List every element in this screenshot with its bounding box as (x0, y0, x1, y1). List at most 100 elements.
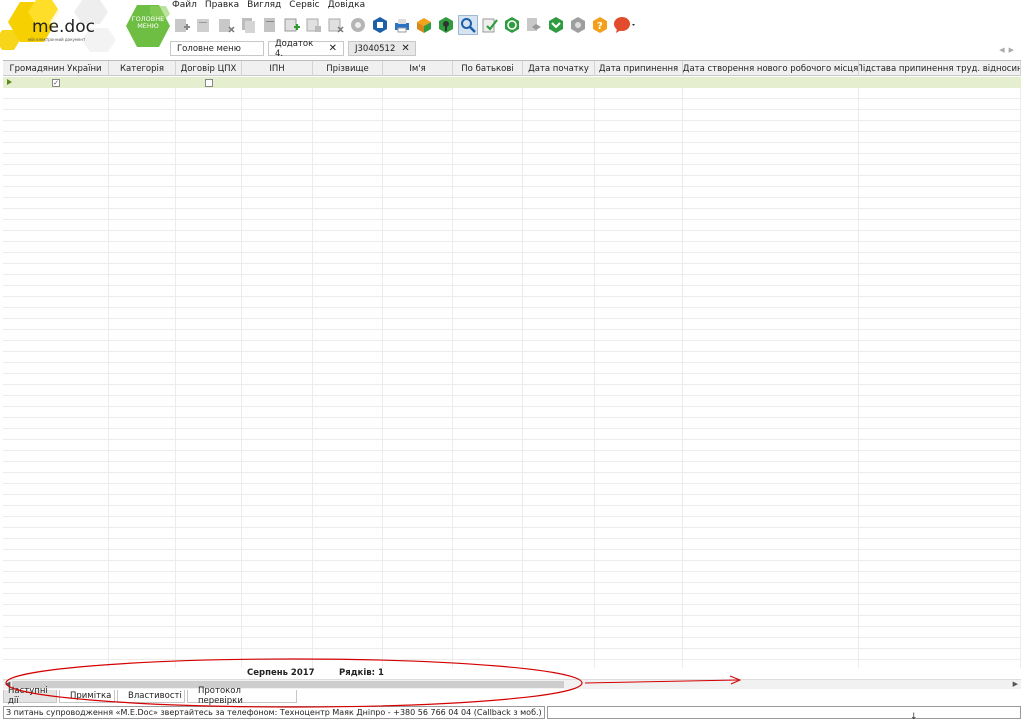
help-icon[interactable]: ? (590, 15, 610, 35)
grid-column-lines (3, 77, 1021, 668)
app-header: me.doc мій електронний документ ГОЛОВНЕ … (0, 0, 1024, 60)
horizontal-scrollbar[interactable]: ◀ ▶ (3, 679, 1021, 689)
close-icon[interactable]: ✕ (329, 43, 337, 54)
table-cell[interactable] (313, 77, 383, 88)
tab-j3040512[interactable]: J3040512 ✕ (348, 41, 416, 56)
print-icon[interactable] (392, 15, 412, 35)
save-icon[interactable] (370, 15, 390, 35)
table-cell[interactable] (242, 77, 313, 88)
column-header[interactable]: Дата припинення (595, 61, 683, 76)
delete-row-icon[interactable] (326, 15, 346, 35)
table-row[interactable]: ✓ (3, 77, 1021, 88)
grid-column (523, 77, 595, 668)
chat-icon[interactable] (612, 15, 638, 35)
tab-properties[interactable]: Властивості (117, 690, 185, 703)
logo-tagline: мій електронний документ (28, 37, 86, 42)
column-header[interactable]: Прізвище (313, 61, 383, 76)
new-doc-icon[interactable] (172, 15, 192, 35)
grid-column (109, 77, 176, 668)
medoc-logo: me.doc мій електронний документ (0, 0, 116, 52)
menu-view[interactable]: Вигляд (247, 0, 281, 12)
row-indicator-icon (7, 79, 12, 85)
column-header[interactable]: Ім'я (383, 61, 453, 76)
close-icon[interactable]: ✕ (401, 43, 409, 54)
grid-column (242, 77, 313, 668)
table-cell[interactable]: ✓ (3, 77, 109, 88)
data-grid: ✓ Громадянин України Категорія Договір ЦПХ… (3, 60, 1021, 668)
logo-text: me.doc (32, 17, 95, 37)
document-tabs: Головне меню Додаток 4. ✕ J3040512 ✕ (170, 39, 416, 59)
grid-summary: Серпень 2017 Рядків: 1 (3, 668, 1021, 679)
module-icon[interactable] (568, 15, 588, 35)
status-bar: З питань супроводження «M.E.Doc» звертай… (3, 706, 1021, 719)
column-header[interactable]: Дата початку (523, 61, 595, 76)
send-icon[interactable] (414, 15, 434, 35)
menu-edit[interactable]: Правка (205, 0, 239, 12)
search-icon[interactable] (458, 15, 478, 35)
table-cell[interactable] (859, 77, 1021, 88)
column-header[interactable]: Договір ЦПХ (176, 61, 242, 76)
toolbar: ? (172, 12, 640, 38)
grid-column (595, 77, 683, 668)
grid-column (859, 77, 1021, 668)
tab-label: J3040512 (355, 43, 396, 54)
receive-icon[interactable] (546, 15, 566, 35)
copy-doc-icon[interactable] (238, 15, 258, 35)
grid-body: ✓ (3, 77, 1021, 668)
tab-next-actions[interactable]: Наступні дії (3, 686, 57, 706)
column-header[interactable]: Категорія (109, 61, 176, 76)
support-message: З питань супроводження «M.E.Doc» звертай… (3, 706, 545, 719)
column-header[interactable]: Громадянин України (3, 61, 109, 76)
open-doc-icon[interactable] (194, 15, 214, 35)
edit-row-icon[interactable] (304, 15, 324, 35)
bottom-tabs: Наступні дії Примітка Властивості Проток… (3, 686, 299, 706)
home-menu-button[interactable]: ГОЛОВНЕ МЕНЮ (126, 4, 170, 48)
menu-service[interactable]: Сервіс (289, 0, 319, 12)
check-icon[interactable] (480, 15, 500, 35)
table-cell[interactable] (176, 77, 242, 88)
table-cell[interactable] (683, 77, 859, 88)
grid-header: Громадянин України Категорія Договір ЦПХ ІП… (3, 61, 1021, 76)
scroll-right-icon[interactable]: ▶ (1013, 680, 1018, 688)
refresh-icon[interactable] (502, 15, 522, 35)
svg-text:?: ? (597, 21, 603, 32)
citizen-checkbox[interactable]: ✓ (52, 78, 60, 87)
tab-dodatok[interactable]: Додаток 4. ✕ (268, 39, 344, 59)
grid-column (453, 77, 523, 668)
add-row-icon[interactable] (282, 15, 302, 35)
scrollbar-thumb[interactable] (12, 681, 564, 688)
rows-count: Рядків: 1 (339, 668, 384, 678)
sign-icon[interactable] (436, 15, 456, 35)
settings-gear-icon[interactable] (348, 15, 368, 35)
grid-column (383, 77, 453, 668)
table-cell[interactable] (383, 77, 453, 88)
tab-note[interactable]: Примітка (59, 690, 115, 703)
grid-column (683, 77, 859, 668)
status-panel (546, 706, 1021, 719)
column-header[interactable]: По батькові (453, 61, 523, 76)
delete-doc-icon[interactable] (216, 15, 236, 35)
tab-label: Головне меню (177, 43, 241, 54)
tab-main-menu[interactable]: Головне меню (170, 41, 264, 56)
copy-doc-2-icon[interactable] (260, 15, 280, 35)
menu-bar: Файл Правка Вигляд Сервіс Довідка (172, 0, 365, 12)
column-header[interactable]: Підстава припинення труд. відносин (859, 61, 1021, 76)
menu-help[interactable]: Довідка (328, 0, 366, 12)
grid-column (313, 77, 383, 668)
tab-label: Примітка (70, 691, 112, 701)
menu-file[interactable]: Файл (172, 0, 197, 12)
table-cell[interactable] (453, 77, 523, 88)
tab-check-protocol[interactable]: Протокол перевірки (187, 686, 297, 706)
period-label: Серпень 2017 (247, 668, 315, 678)
gph-contract-checkbox[interactable] (205, 78, 213, 87)
table-cell[interactable] (109, 77, 176, 88)
column-header[interactable]: ІПН (242, 61, 313, 76)
package-icon[interactable] (524, 15, 544, 35)
table-cell[interactable] (595, 77, 683, 88)
tab-label: Наступні дії (8, 686, 48, 706)
grid-column (176, 77, 242, 668)
column-header[interactable]: Дата створення нового робочого місця (683, 61, 859, 76)
tab-label: Властивості (128, 691, 182, 701)
tab-scroll-arrows[interactable]: ◀▶ (999, 46, 1018, 54)
table-cell[interactable] (523, 77, 595, 88)
